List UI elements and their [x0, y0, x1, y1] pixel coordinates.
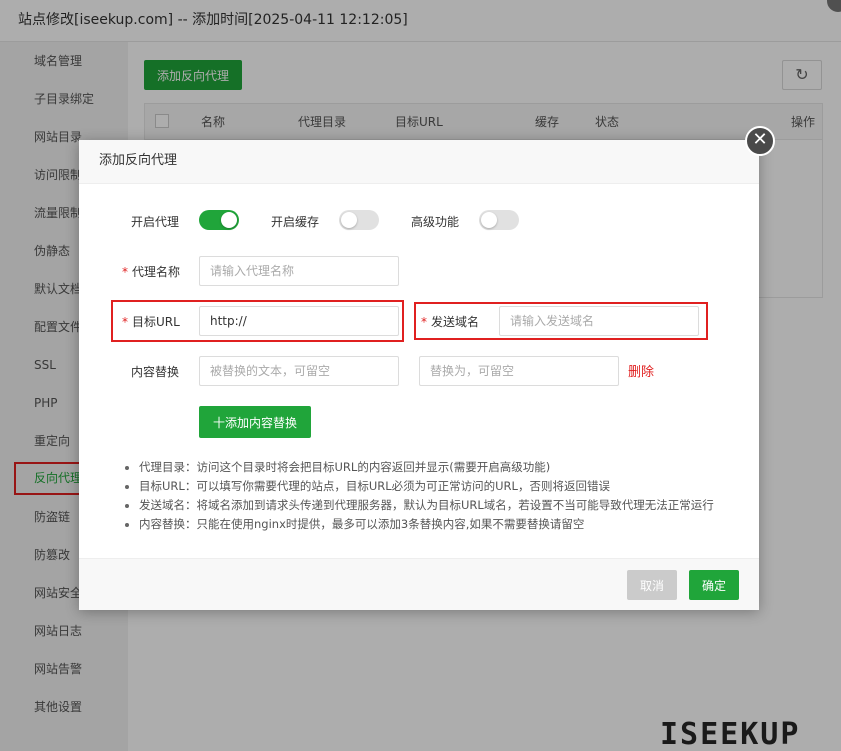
confirm-button[interactable]: 确定 — [689, 570, 739, 600]
close-icon[interactable]: ✕ — [745, 126, 775, 156]
target-url-label: * 目标URL — [122, 313, 180, 330]
add-content-replace-label: 添加内容替换 — [225, 415, 298, 430]
watermark-logo: ISEEKUP — [660, 717, 801, 751]
toggle-knob — [481, 212, 497, 228]
help-tips: 代理目录：访问这个目录时将会把目标URL的内容返回并显示(需要开启高级功能) 目… — [123, 458, 753, 534]
advanced-toggle[interactable] — [479, 210, 519, 230]
tip-item: 内容替换：只能在使用nginx时提供，最多可以添加3条替换内容,如果不需要替换请… — [123, 515, 753, 534]
required-mark: * — [122, 265, 128, 279]
replace-to-input[interactable] — [419, 356, 619, 386]
toggle-knob — [341, 212, 357, 228]
required-mark: * — [421, 315, 427, 329]
dialog-title: 添加反向代理 — [79, 140, 759, 184]
cancel-button[interactable]: 取消 — [627, 570, 677, 600]
add-reverse-proxy-dialog: 添加反向代理 ✕ 开启代理 开启缓存 高级功能 * 代理名称 * 目标URL * 发送… — [79, 126, 775, 610]
tip-item: 代理目录：访问这个目录时将会把目标URL的内容返回并显示(需要开启高级功能) — [123, 458, 753, 477]
target-url-input[interactable] — [199, 306, 399, 336]
replace-from-input[interactable] — [199, 356, 399, 386]
content-replace-label: 内容替换 — [131, 365, 180, 379]
send-domain-input[interactable] — [499, 306, 699, 336]
delete-replace-link[interactable]: 删除 — [628, 361, 654, 380]
proxy-name-input[interactable] — [199, 256, 399, 286]
toggle-knob — [221, 212, 237, 228]
tip-item: 目标URL：可以填写你需要代理的站点，目标URL必须为可正常访问的URL，否则将… — [123, 477, 753, 496]
cache-toggle-label: 开启缓存 — [271, 215, 320, 229]
proxy-name-label: * 代理名称 — [122, 263, 180, 280]
add-content-replace-button[interactable]: 十添加内容替换 — [199, 406, 311, 438]
advanced-toggle-label: 高级功能 — [411, 215, 460, 229]
dialog-footer: 取消 确定 — [79, 558, 759, 610]
required-mark: * — [122, 315, 128, 329]
proxy-toggle[interactable] — [199, 210, 239, 230]
plus-icon: 十 — [212, 415, 225, 430]
proxy-name-label-text: 代理名称 — [132, 265, 181, 279]
tip-item: 发送域名：将域名添加到请求头传递到代理服务器，默认为目标URL域名，若设置不当可… — [123, 496, 753, 515]
proxy-toggle-label: 开启代理 — [131, 215, 180, 229]
target-url-label-text: 目标URL — [132, 315, 180, 329]
cache-toggle[interactable] — [339, 210, 379, 230]
send-domain-label-text: 发送域名 — [431, 315, 480, 329]
send-domain-label: * 发送域名 — [421, 313, 479, 330]
